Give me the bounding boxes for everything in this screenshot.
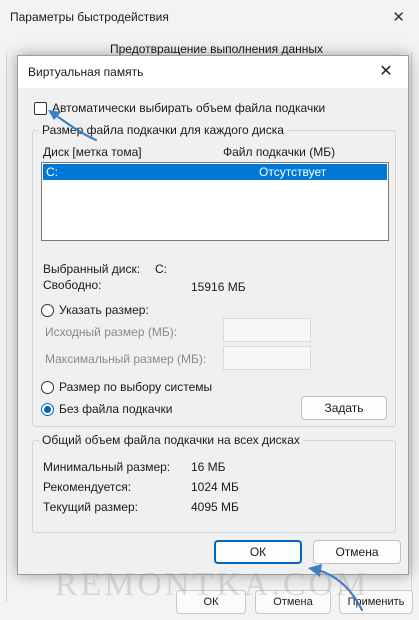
current-size-label: Текущий размер: xyxy=(43,500,138,514)
max-size-input[interactable] xyxy=(223,346,311,370)
close-icon[interactable]: ✕ xyxy=(392,8,405,26)
per-drive-group-legend: Размер файла подкачки для каждого диска xyxy=(39,123,287,137)
background-ok-button[interactable]: ОК xyxy=(176,590,246,614)
system-managed-radio[interactable] xyxy=(41,380,54,394)
drive-list[interactable]: C: Отсутствует xyxy=(41,162,389,241)
system-managed-option[interactable]: Размер по выбору системы xyxy=(41,380,212,394)
background-apply-button[interactable]: Применить xyxy=(339,590,413,614)
no-paging-file-label: Без файла подкачки xyxy=(59,402,173,416)
max-size-label: Максимальный размер (МБ): xyxy=(45,352,207,366)
auto-manage-row[interactable]: Автоматически выбирать объем файла подка… xyxy=(34,101,325,115)
minimum-size-value: 16 МБ xyxy=(191,460,226,474)
auto-manage-label: Автоматически выбирать объем файла подка… xyxy=(52,101,326,115)
selected-disk-value: C: xyxy=(155,262,167,276)
no-paging-file-option[interactable]: Без файла подкачки xyxy=(41,402,172,416)
free-space-value: 15916 МБ xyxy=(191,280,246,294)
custom-size-option[interactable]: Указать размер: xyxy=(41,303,149,317)
background-cancel-button[interactable]: Отмена xyxy=(255,590,331,614)
tab-data-execution-prevention[interactable]: Предотвращение выполнения данных xyxy=(110,42,323,56)
initial-size-input[interactable] xyxy=(223,318,311,342)
selected-disk-label: Выбранный диск: xyxy=(43,262,141,276)
drive-cell-paging-file: Отсутствует xyxy=(259,165,327,179)
set-button[interactable]: Задать xyxy=(301,396,387,420)
total-paging-group: Общий объем файла подкачки на всех диска… xyxy=(32,433,396,533)
total-paging-group-legend: Общий объем файла подкачки на всех диска… xyxy=(39,433,303,447)
cancel-button[interactable]: Отмена xyxy=(313,540,401,564)
minimum-size-label: Минимальный размер: xyxy=(43,460,171,474)
custom-size-radio[interactable] xyxy=(41,303,54,317)
drive-cell-disk: C: xyxy=(46,165,58,179)
performance-options-titlebar: Параметры быстродействия ✕ xyxy=(0,0,419,34)
dialog-title: Виртуальная память xyxy=(28,65,144,79)
window-frame-right xyxy=(411,52,412,602)
dialog-titlebar: Виртуальная память ✕ xyxy=(18,56,408,88)
ok-button[interactable]: ОК xyxy=(214,540,302,564)
virtual-memory-dialog: Виртуальная память ✕ Автоматически выбир… xyxy=(17,55,409,575)
system-managed-label: Размер по выбору системы xyxy=(59,380,213,394)
recommended-size-label: Рекомендуется: xyxy=(43,480,132,494)
drive-row-c[interactable]: C: Отсутствует xyxy=(43,164,387,180)
column-header-disk: Диск [метка тома] xyxy=(43,145,142,159)
initial-size-label: Исходный размер (МБ): xyxy=(45,325,178,339)
no-paging-file-radio[interactable] xyxy=(41,402,54,416)
per-drive-group: Размер файла подкачки для каждого диска … xyxy=(32,123,396,427)
custom-size-label: Указать размер: xyxy=(59,303,149,317)
free-space-label: Свободно: xyxy=(43,278,102,292)
current-size-value: 4095 МБ xyxy=(191,500,239,514)
column-header-paging-file: Файл подкачки (МБ) xyxy=(223,145,336,159)
auto-manage-checkbox[interactable] xyxy=(34,101,47,115)
recommended-size-value: 1024 МБ xyxy=(191,480,239,494)
close-icon[interactable]: ✕ xyxy=(376,61,396,81)
window-frame-left xyxy=(6,52,7,602)
performance-options-title: Параметры быстродействия xyxy=(10,10,169,24)
